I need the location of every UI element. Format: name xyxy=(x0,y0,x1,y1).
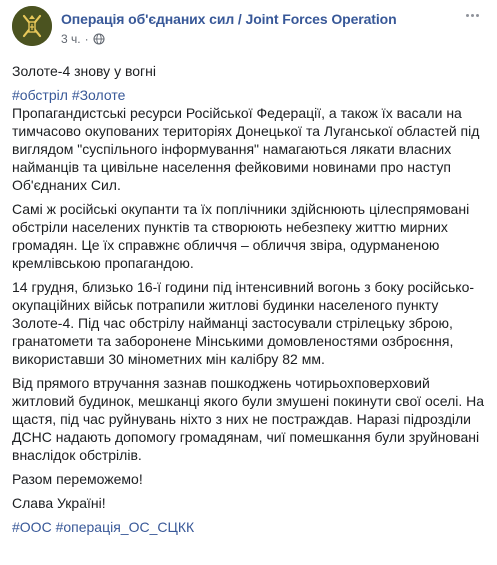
post-headline: Золоте-4 знову у вогні xyxy=(12,63,156,79)
hashtags-top: #обстріл #Золоте xyxy=(12,86,486,104)
hashtag-link[interactable]: #обстріл xyxy=(12,87,68,103)
hashtag-link[interactable]: #Золоте xyxy=(72,87,126,103)
hashtags-bottom: #ООС #операція_ОС_СЦКК xyxy=(12,518,486,536)
emblem-icon xyxy=(12,6,52,46)
paragraph: Пропагандистські ресурси Російської Феде… xyxy=(12,105,480,193)
hashtag-link[interactable]: #ООС xyxy=(12,519,52,535)
post-header: Операція об'єднаних сил / Joint Forces O… xyxy=(12,6,482,50)
globe-icon[interactable] xyxy=(93,33,105,45)
paragraph: 14 грудня, близько 16-ї години під інтен… xyxy=(12,279,475,367)
post-timestamp[interactable]: 3 ч. xyxy=(61,32,81,46)
post-meta: 3 ч. · xyxy=(61,32,105,46)
more-options-button[interactable] xyxy=(462,8,482,22)
paragraph: Разом переможемо! xyxy=(12,471,143,487)
paragraph: Самі ж російські окупанти та їх поплічни… xyxy=(12,201,470,271)
paragraph: Слава Україні! xyxy=(12,495,106,511)
paragraph: Від прямого втручання зазнав пошкоджень … xyxy=(12,375,485,463)
page-name-link[interactable]: Операція об'єднаних сил / Joint Forces O… xyxy=(61,11,397,27)
meta-separator: · xyxy=(84,32,89,46)
page-avatar[interactable] xyxy=(12,6,52,46)
post-body: Золоте-4 знову у вогні #обстріл #Золоте … xyxy=(12,62,486,536)
hashtag-link[interactable]: #операція_ОС_СЦКК xyxy=(56,519,195,535)
facebook-post: Операція об'єднаних сил / Joint Forces O… xyxy=(0,0,497,565)
more-horizontal-icon xyxy=(465,13,469,17)
